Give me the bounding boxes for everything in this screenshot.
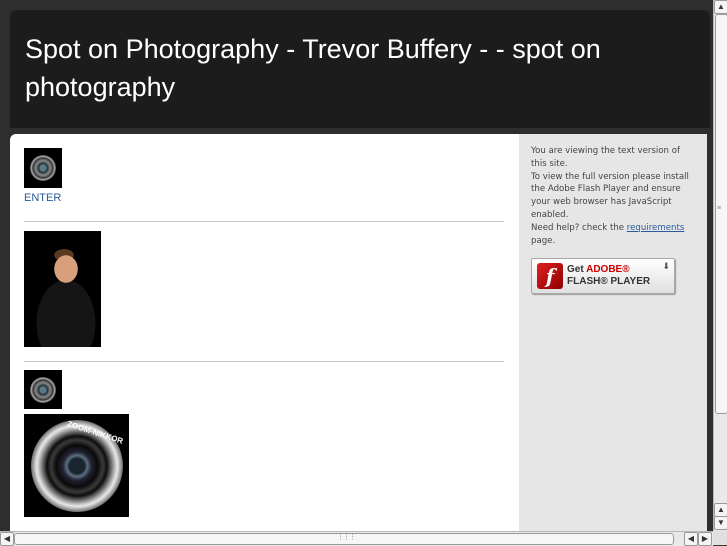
notice-line-1: You are viewing the text version of this… — [531, 146, 681, 169]
get-flash-player-button[interactable]: f Get ADOBE® FLASH® PLAYER ⬇ — [531, 258, 675, 294]
notice-line-2: To view the full version please install … — [531, 171, 689, 220]
scroll-down-icon[interactable]: ▼ — [714, 516, 727, 530]
vertical-scroll-thumb[interactable]: ≡ — [715, 14, 727, 414]
flash-adobe-text: ADOBE® — [586, 264, 630, 275]
horizontal-scrollbar[interactable]: ◀ ⋮⋮⋮ ◀ ▶ — [0, 531, 713, 546]
scroll-grip-icon: ≡ — [717, 205, 721, 212]
divider — [24, 221, 504, 222]
help-prefix: Need help? check the — [531, 222, 627, 233]
scrollbar-corner — [713, 531, 727, 545]
camera-lens-image — [30, 376, 56, 403]
scroll-left-icon[interactable]: ◀ — [0, 532, 14, 546]
flash-notice: You are viewing the text version of this… — [531, 145, 693, 247]
scroll-up-icon[interactable]: ▲ — [714, 0, 727, 14]
lens-thumbnail[interactable] — [24, 370, 62, 409]
scroll-right-icon[interactable]: ▶ — [698, 532, 712, 546]
flash-badge-line1: Get ADOBE® — [567, 264, 630, 275]
vertical-scrollbar[interactable]: ▲ ≡ ▲ ▼ — [713, 0, 727, 531]
sidebar: You are viewing the text version of this… — [519, 134, 707, 531]
lens-thumbnail-enter[interactable] — [24, 148, 62, 188]
scroll-left-icon-right[interactable]: ◀ — [684, 532, 698, 546]
site-title: Spot on Photography - Trevor Buffery - -… — [25, 34, 601, 102]
notice-help: Need help? check the requirements page. — [531, 222, 693, 248]
flash-logo-icon: f — [537, 263, 563, 289]
enter-link[interactable]: ENTER — [24, 192, 61, 204]
scroll-grip-icon: ⋮⋮⋮ — [337, 534, 356, 541]
help-suffix: page. — [531, 235, 556, 246]
main-content: ENTER ZOOM-NIKKOR — [10, 134, 519, 531]
flash-get-text: Get — [567, 264, 584, 275]
download-arrow-icon: ⬇ — [662, 261, 670, 271]
site-header: Spot on Photography - Trevor Buffery - -… — [10, 10, 710, 128]
divider — [24, 361, 504, 362]
photographer-portrait — [24, 231, 101, 347]
camera-lens-image — [30, 155, 56, 181]
horizontal-scroll-thumb[interactable]: ⋮⋮⋮ — [14, 533, 674, 545]
scroll-up-icon-lower[interactable]: ▲ — [714, 503, 727, 517]
flash-player-text: FLASH® PLAYER — [567, 276, 651, 287]
zoom-nikkor-lens-photo: ZOOM-NIKKOR — [24, 414, 129, 517]
requirements-link[interactable]: requirements — [627, 223, 685, 233]
person-in-tuxedo-image — [24, 231, 101, 347]
